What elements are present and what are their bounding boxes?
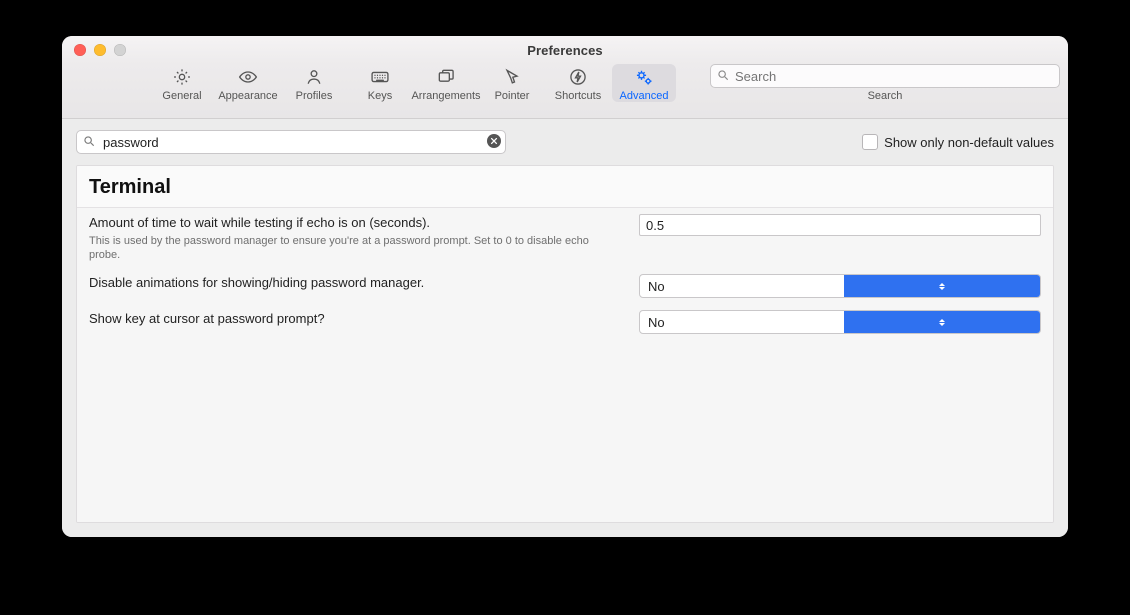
toolbar-search-label: Search	[868, 90, 903, 102]
toolbar-arrangements[interactable]: Arrangements	[414, 64, 478, 102]
preferences-window: Preferences General Appear	[62, 36, 1068, 537]
toolbar-label: Keys	[368, 90, 392, 102]
setting-label: Amount of time to wait while testing if …	[89, 214, 629, 232]
toolbar-pointer[interactable]: Pointer	[480, 64, 544, 102]
settings-rows: Amount of time to wait while testing if …	[77, 208, 1053, 522]
window-controls	[74, 44, 126, 56]
toolbar-appearance[interactable]: Appearance	[216, 64, 280, 102]
show-nondefault-toggle[interactable]: Show only non-default values	[862, 134, 1054, 150]
filter-bar: Show only non-default values	[62, 119, 1068, 165]
setting-echo-wait-field[interactable]	[639, 214, 1041, 236]
show-nondefault-label: Show only non-default values	[884, 135, 1054, 150]
window-title: Preferences	[62, 43, 1068, 58]
search-icon	[716, 68, 730, 82]
titlebar: Preferences	[62, 36, 1068, 64]
toolbar-label: Appearance	[218, 90, 277, 102]
toolbar: General Appearance Profiles	[62, 64, 1068, 119]
setting-show-key-at-cursor: Show key at cursor at password prompt? N…	[77, 304, 1053, 340]
setting-label: Disable animations for showing/hiding pa…	[89, 274, 629, 292]
setting-echo-wait: Amount of time to wait while testing if …	[77, 208, 1053, 268]
select-value: No	[648, 315, 844, 330]
toolbar-shortcuts[interactable]: Shortcuts	[546, 64, 610, 102]
toolbar-label: General	[162, 90, 201, 102]
toolbar-advanced[interactable]: Advanced	[612, 64, 676, 102]
close-window-button[interactable]	[74, 44, 86, 56]
toolbar-search-field[interactable]	[710, 64, 1060, 88]
checkbox-icon	[862, 134, 878, 150]
toolbar-label: Pointer	[495, 90, 530, 102]
search-icon	[82, 134, 96, 148]
minimize-window-button[interactable]	[94, 44, 106, 56]
keyboard-icon	[369, 66, 391, 88]
setting-hint: This is used by the password manager to …	[89, 234, 609, 263]
clear-filter-icon[interactable]	[487, 134, 501, 148]
eye-icon	[237, 66, 259, 88]
section-title: Terminal	[77, 166, 1053, 208]
toolbar-label: Arrangements	[411, 90, 480, 102]
settings-panel: Terminal Amount of time to wait while te…	[76, 165, 1054, 523]
gear-icon	[171, 66, 193, 88]
cursor-icon	[501, 66, 523, 88]
setting-disable-pm-animations-select[interactable]: No	[639, 274, 1041, 298]
select-value: No	[648, 279, 844, 294]
chevrons-icon	[844, 275, 1040, 297]
toolbar-search: Search	[710, 64, 1060, 102]
setting-show-key-at-cursor-select[interactable]: No	[639, 310, 1041, 334]
toolbar-general[interactable]: General	[150, 64, 214, 102]
gears-icon	[633, 66, 655, 88]
toolbar-label: Advanced	[620, 90, 669, 102]
person-icon	[303, 66, 325, 88]
bolt-icon	[567, 66, 589, 88]
toolbar-label: Shortcuts	[555, 90, 601, 102]
settings-filter-field[interactable]	[76, 130, 506, 154]
setting-label: Show key at cursor at password prompt?	[89, 310, 629, 328]
toolbar-profiles[interactable]: Profiles	[282, 64, 346, 102]
toolbar-label: Profiles	[296, 90, 333, 102]
setting-disable-pm-animations: Disable animations for showing/hiding pa…	[77, 268, 1053, 304]
windows-icon	[435, 66, 457, 88]
toolbar-keys[interactable]: Keys	[348, 64, 412, 102]
content: Show only non-default values Terminal Am…	[62, 119, 1068, 537]
chevrons-icon	[844, 311, 1040, 333]
zoom-window-button[interactable]	[114, 44, 126, 56]
